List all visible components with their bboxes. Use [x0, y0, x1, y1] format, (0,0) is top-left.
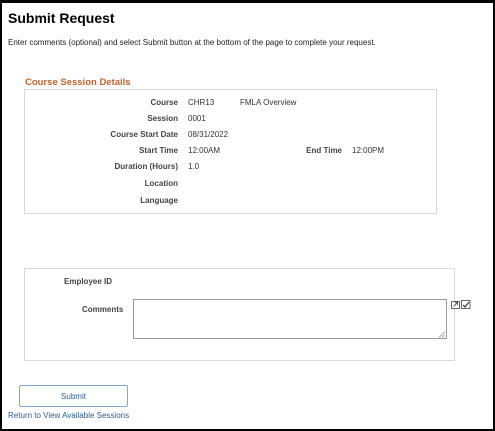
start-date-row: Course Start Date 08/31/2022: [25, 128, 436, 142]
course-row: Course CHR13 FMLA Overview: [25, 96, 436, 110]
instructions-text: Enter comments (optional) and select Sub…: [8, 38, 376, 47]
start-date-label: Course Start Date: [110, 130, 178, 139]
course-session-details-panel: Course CHR13 FMLA Overview Session 0001 …: [24, 89, 437, 214]
submit-button[interactable]: Submit: [19, 385, 128, 407]
language-row: Language: [25, 194, 436, 208]
duration-label: Duration (Hours): [114, 162, 178, 171]
session-label: Session: [147, 114, 178, 123]
session-value: 0001: [188, 114, 206, 123]
comments-textarea[interactable]: [133, 299, 447, 339]
start-time-value: 12:00AM: [188, 146, 221, 155]
location-row: Location: [25, 177, 436, 191]
employee-id-label: Employee ID: [64, 277, 113, 286]
course-session-details-title: Course Session Details: [25, 77, 131, 88]
course-name: FMLA Overview: [240, 98, 297, 107]
session-row: Session 0001: [25, 112, 436, 126]
comments-label: Comments: [82, 305, 124, 314]
duration-row: Duration (Hours) 1.0: [25, 160, 436, 174]
start-date-value: 08/31/2022: [188, 130, 229, 139]
location-label: Location: [144, 179, 178, 188]
time-row: Start Time 12:00AM End Time 12:00PM: [25, 144, 436, 158]
course-code: CHR13: [188, 98, 215, 107]
duration-value: 1.0: [188, 162, 200, 171]
end-time-value: 12:00PM: [352, 146, 385, 155]
resize-grip-icon[interactable]: [438, 331, 445, 338]
window-frame: [0, 0, 495, 431]
return-to-view-available-sessions-link[interactable]: Return to View Available Sessions: [8, 411, 129, 420]
page-title: Submit Request: [8, 10, 115, 26]
end-time-label: End Time: [306, 146, 342, 155]
expand-text-icon[interactable]: [451, 299, 471, 311]
start-time-label: Start Time: [139, 146, 178, 155]
language-label: Language: [140, 196, 178, 205]
course-label: Course: [150, 98, 178, 107]
